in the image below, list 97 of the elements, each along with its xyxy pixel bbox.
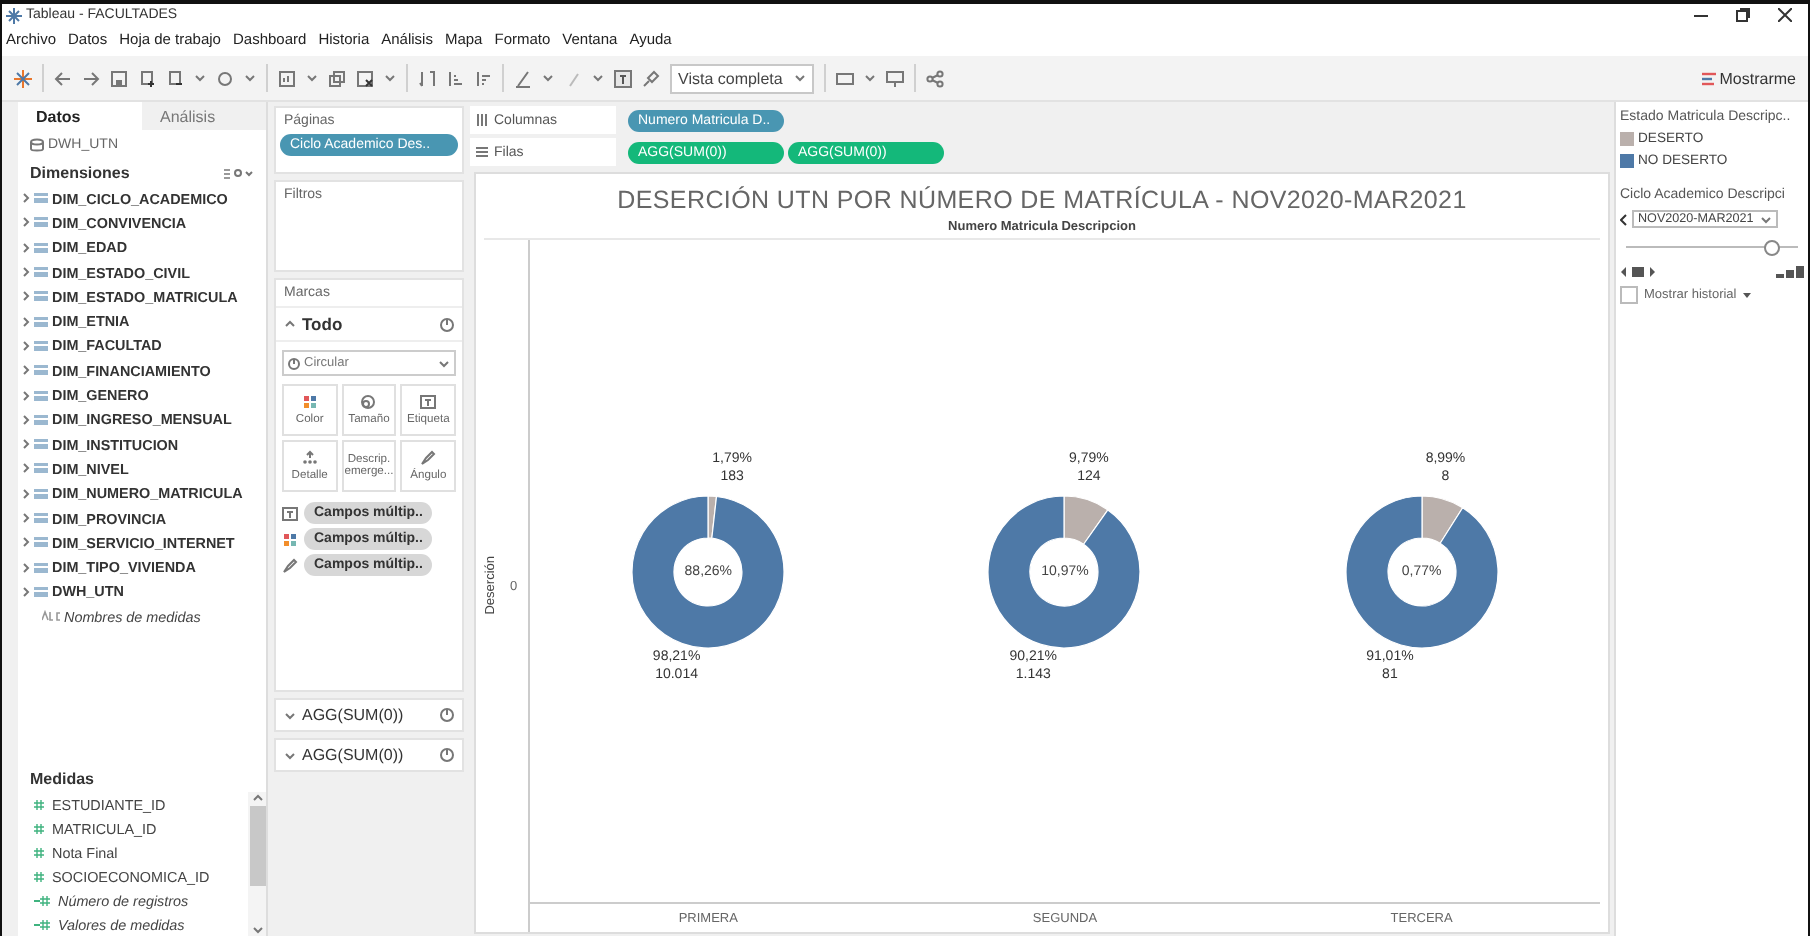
marks-layer-title[interactable]: Todo [302, 314, 343, 334]
table-icon [34, 241, 48, 254]
table-icon [34, 536, 48, 549]
caret-icon[interactable] [384, 72, 396, 84]
section-title: Medidas [30, 770, 95, 788]
caret-icon[interactable] [864, 72, 877, 84]
playback-controls-icon[interactable] [1620, 266, 1656, 278]
label-icon [282, 505, 298, 521]
checkbox[interactable] [1620, 286, 1638, 304]
caret-icon[interactable] [306, 72, 318, 84]
table-icon [34, 561, 48, 574]
collapse-icon[interactable] [284, 320, 296, 328]
maximize-icon[interactable] [1736, 8, 1750, 22]
sheet-icon[interactable] [166, 69, 184, 87]
table-icon [34, 192, 48, 205]
table-icon [34, 413, 48, 426]
label-icon [420, 393, 437, 410]
donut-slice[interactable] [1345, 494, 1499, 648]
section-title: Dimensiones [30, 164, 130, 182]
bar-chart-icon [1701, 71, 1716, 85]
refresh-icon[interactable] [216, 69, 234, 87]
table-icon [34, 216, 48, 229]
share-icon[interactable] [926, 69, 945, 87]
close-icon[interactable] [1778, 8, 1792, 22]
tab[interactable]: Análisis [142, 102, 266, 130]
hash-icon [34, 871, 44, 881]
columns-icon [476, 114, 488, 126]
slider-thumb[interactable] [1764, 240, 1781, 256]
duplicate-icon[interactable] [328, 69, 346, 87]
table-icon [34, 389, 48, 402]
hash-icon [34, 823, 44, 833]
size-icon [360, 393, 377, 410]
caret-icon[interactable] [1742, 291, 1753, 299]
donut-slice[interactable] [1064, 494, 1110, 544]
label-icon[interactable] [614, 69, 632, 87]
caret-icon[interactable] [438, 357, 450, 369]
table-icon [34, 339, 48, 352]
expand-icon[interactable] [284, 751, 296, 759]
angle-icon [282, 557, 298, 573]
show-me-button[interactable]: Mostrarme [1701, 69, 1796, 87]
caret-icon[interactable] [542, 72, 554, 84]
table-icon [34, 512, 48, 524]
detail-icon [301, 449, 318, 466]
table-icon [34, 315, 48, 328]
view-options-icon[interactable] [222, 167, 254, 179]
hash-icon [34, 847, 44, 857]
table-icon [34, 438, 48, 451]
table-icon [34, 364, 48, 377]
logo-icon [6, 7, 22, 23]
speed-control-icon[interactable] [1776, 266, 1804, 278]
sort-descending-icon[interactable] [474, 69, 492, 87]
database-icon [30, 138, 44, 152]
pie-icon [440, 317, 454, 331]
presentation-icon[interactable] [886, 69, 905, 87]
caret-icon[interactable] [194, 72, 206, 84]
new-sheet-icon[interactable] [278, 69, 296, 87]
angle-icon [420, 449, 437, 466]
logo-icon[interactable] [14, 69, 32, 87]
forward-arrow-icon[interactable] [82, 69, 100, 87]
donut-slice[interactable] [1421, 494, 1463, 543]
caret-icon[interactable] [592, 72, 604, 84]
pie-icon [440, 748, 454, 762]
sheet-icon[interactable] [138, 69, 156, 87]
caret-icon[interactable] [244, 72, 256, 84]
table-icon [34, 462, 48, 475]
table-icon [34, 585, 48, 598]
save-icon[interactable] [110, 69, 128, 87]
cards-icon[interactable] [836, 69, 855, 87]
calculated-field-icon [34, 895, 50, 905]
scroll-down-icon[interactable] [251, 926, 263, 934]
donut-slice[interactable] [988, 494, 1142, 648]
pie-icon [440, 708, 454, 722]
sort-ascending-icon[interactable] [446, 69, 464, 87]
back-arrow-icon[interactable] [54, 69, 72, 87]
table-icon [34, 290, 48, 303]
pen-icon[interactable] [514, 69, 532, 87]
rows-icon [476, 146, 488, 158]
table-icon [34, 266, 48, 279]
color-icon [282, 531, 298, 547]
caret-icon[interactable] [1759, 213, 1772, 225]
previous-icon[interactable] [1620, 213, 1628, 225]
swap-icon[interactable] [418, 69, 436, 87]
clear-sheet-icon[interactable] [356, 69, 374, 87]
scrollbar[interactable] [248, 792, 266, 936]
scroll-up-icon[interactable] [251, 794, 263, 802]
pin-icon[interactable] [642, 69, 660, 87]
view-mode-dropdown[interactable]: Vista completa [670, 63, 815, 93]
calculated-field-icon [34, 919, 50, 929]
pie-icon [288, 357, 300, 369]
hash-icon [34, 799, 44, 809]
expand-icon[interactable] [284, 711, 296, 719]
donut-slice[interactable] [631, 494, 785, 648]
text-field-icon [42, 610, 60, 623]
chart-title: DESERCIÓN UTN POR NÚMERO DE MATRÍCULA - NOV2020-MAR2021 [615, 184, 1469, 218]
caret-icon[interactable] [794, 72, 807, 84]
table-icon [34, 487, 48, 500]
color-icon [301, 393, 318, 410]
